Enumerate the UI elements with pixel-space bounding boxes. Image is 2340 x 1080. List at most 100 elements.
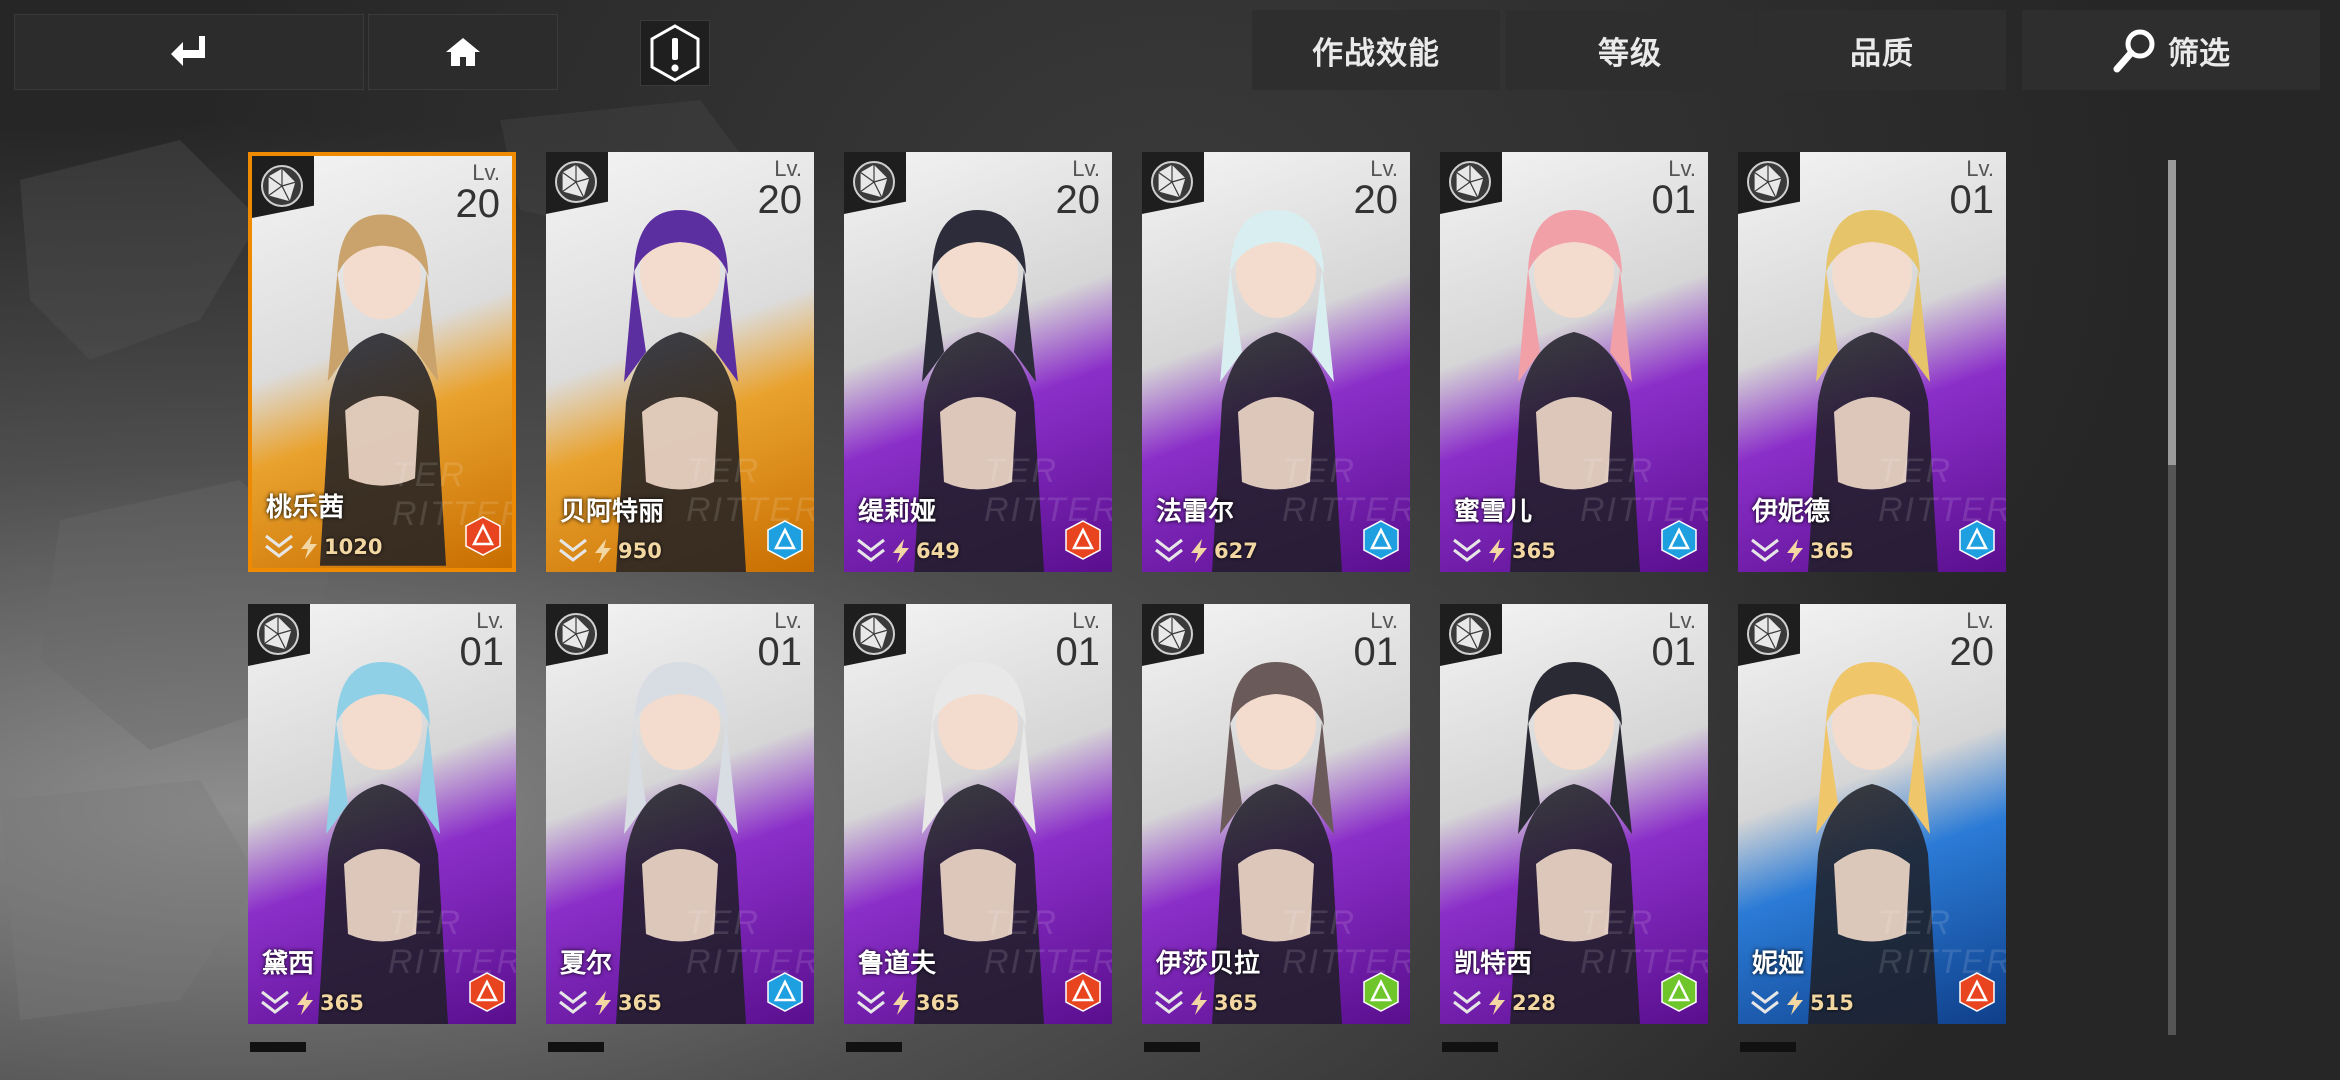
combat-power-value: 365 (1512, 539, 1556, 563)
combat-power-value: 649 (916, 539, 960, 563)
aperture-icon (853, 161, 895, 203)
blue-element-icon (1363, 520, 1399, 560)
power-bolt-icon (595, 539, 611, 563)
character-name: 黛西 (262, 949, 315, 979)
rank-chevron-icon (1453, 990, 1481, 1014)
combat-power-value: 365 (1810, 539, 1854, 563)
card-scroll-indicator (1740, 1042, 1796, 1052)
card-watermark-text: TER RITTER (1580, 904, 1708, 981)
character-stats: 627 (1154, 538, 1258, 564)
level-value: 01 (1353, 630, 1399, 674)
rank-chevron-icon (559, 990, 587, 1014)
level-value: 01 (1651, 630, 1697, 674)
power-bolt-icon (1787, 991, 1803, 1015)
card-watermark-text: TER RITTER (686, 904, 814, 981)
combat-power-value: 365 (916, 991, 960, 1015)
character-name: 鲁道夫 (858, 949, 937, 979)
character-card[interactable]: TER RITTER Lv. 01 凯特西 228 (1440, 604, 1708, 1024)
character-name: 伊妮德 (1752, 497, 1831, 527)
alert-icon (650, 24, 700, 82)
return-arrow-icon (171, 36, 205, 66)
card-watermark-text: TER RITTER (1878, 452, 2006, 529)
character-card[interactable]: TER RITTER Lv. 01 伊莎贝拉 365 (1142, 604, 1410, 1024)
character-stats: 365 (260, 990, 364, 1016)
scrollbar-thumb[interactable] (2168, 160, 2176, 465)
green-element-icon (1661, 972, 1697, 1012)
character-name: 夏尔 (560, 949, 613, 979)
sort-level-button[interactable]: 等级 (1506, 10, 1754, 90)
sort-quality-button[interactable]: 品质 (1758, 10, 2006, 90)
red-element-icon (1065, 520, 1101, 560)
character-name: 桃乐茜 (266, 493, 345, 523)
blue-element-icon (767, 520, 803, 560)
combat-power-value: 627 (1214, 539, 1258, 563)
character-stats: 365 (1154, 990, 1258, 1016)
card-watermark-text: TER RITTER (686, 452, 814, 529)
character-name: 缇莉娅 (858, 497, 937, 527)
power-bolt-icon (893, 539, 909, 563)
aperture-icon (1151, 613, 1193, 655)
combat-power-value: 1020 (324, 535, 383, 559)
character-card[interactable]: TER RITTER Lv. 01 伊妮德 365 (1738, 152, 2006, 572)
character-stats: 515 (1750, 990, 1854, 1016)
level-value: 20 (1353, 178, 1399, 222)
character-stats: 365 (1452, 538, 1556, 564)
character-stats: 365 (558, 990, 662, 1016)
card-watermark-text: TER RITTER (984, 904, 1112, 981)
home-button[interactable] (368, 14, 558, 90)
aperture-icon (261, 165, 303, 207)
power-bolt-icon (301, 535, 317, 559)
green-element-icon (1363, 972, 1399, 1012)
red-element-icon (1959, 972, 1995, 1012)
back-button[interactable] (14, 14, 364, 90)
aperture-icon (1151, 161, 1193, 203)
card-scroll-indicator (1442, 1042, 1498, 1052)
red-element-icon (465, 516, 501, 556)
character-card[interactable]: TER RITTER Lv. 20 法雷尔 627 (1142, 152, 1410, 572)
aperture-icon (555, 613, 597, 655)
character-stats: 1020 (264, 534, 382, 560)
character-card[interactable]: TER RITTER Lv. 01 黛西 365 (248, 604, 516, 1024)
card-scroll-indicator (1144, 1042, 1200, 1052)
home-icon (446, 38, 480, 66)
combat-power-value: 515 (1810, 991, 1854, 1015)
level-value: 01 (1651, 178, 1697, 222)
search-icon (2113, 29, 2155, 73)
combat-power-value: 365 (320, 991, 364, 1015)
filter-label: 筛选 (2168, 35, 2230, 72)
character-card[interactable]: TER RITTER Lv. 01 夏尔 365 (546, 604, 814, 1024)
character-name: 贝阿特丽 (560, 497, 665, 527)
rank-chevron-icon (1155, 990, 1183, 1014)
character-card[interactable]: TER RITTER Lv. 20 缇莉娅 649 (844, 152, 1112, 572)
rank-chevron-icon (261, 990, 289, 1014)
character-name: 妮娅 (1752, 949, 1805, 979)
card-scroll-indicator (846, 1042, 902, 1052)
card-watermark-text: TER RITTER (984, 452, 1112, 529)
character-stats: 365 (1750, 538, 1854, 564)
power-bolt-icon (1191, 991, 1207, 1015)
card-scroll-indicator (250, 1042, 306, 1052)
character-card[interactable]: TER RITTER Lv. 01 鲁道夫 365 (844, 604, 1112, 1024)
card-watermark-text: TER RITTER (1878, 904, 2006, 981)
power-bolt-icon (1489, 991, 1505, 1015)
filter-button[interactable]: 筛选 (2022, 10, 2320, 90)
rank-chevron-icon (1155, 538, 1183, 562)
character-stats: 228 (1452, 990, 1556, 1016)
alert-button[interactable] (640, 20, 710, 86)
character-card[interactable]: TER RITTER Lv. 20 桃乐茜 1020 (248, 152, 516, 572)
power-bolt-icon (297, 991, 313, 1015)
rank-chevron-icon (1751, 990, 1779, 1014)
rank-chevron-icon (857, 538, 885, 562)
card-watermark-text: TER RITTER (1282, 904, 1410, 981)
character-card[interactable]: TER RITTER Lv. 20 贝阿特丽 950 (546, 152, 814, 572)
sort-combat-button[interactable]: 作战效能 (1252, 10, 1500, 90)
power-bolt-icon (893, 991, 909, 1015)
character-card[interactable]: TER RITTER Lv. 20 妮娅 515 (1738, 604, 2006, 1024)
card-scroll-indicator (548, 1042, 604, 1052)
character-stats: 649 (856, 538, 960, 564)
level-value: 01 (459, 630, 505, 674)
character-name: 凯特西 (1454, 949, 1533, 979)
card-watermark-text: TER RITTER (1282, 452, 1410, 529)
aperture-icon (555, 161, 597, 203)
character-card[interactable]: TER RITTER Lv. 01 蜜雪儿 365 (1440, 152, 1708, 572)
